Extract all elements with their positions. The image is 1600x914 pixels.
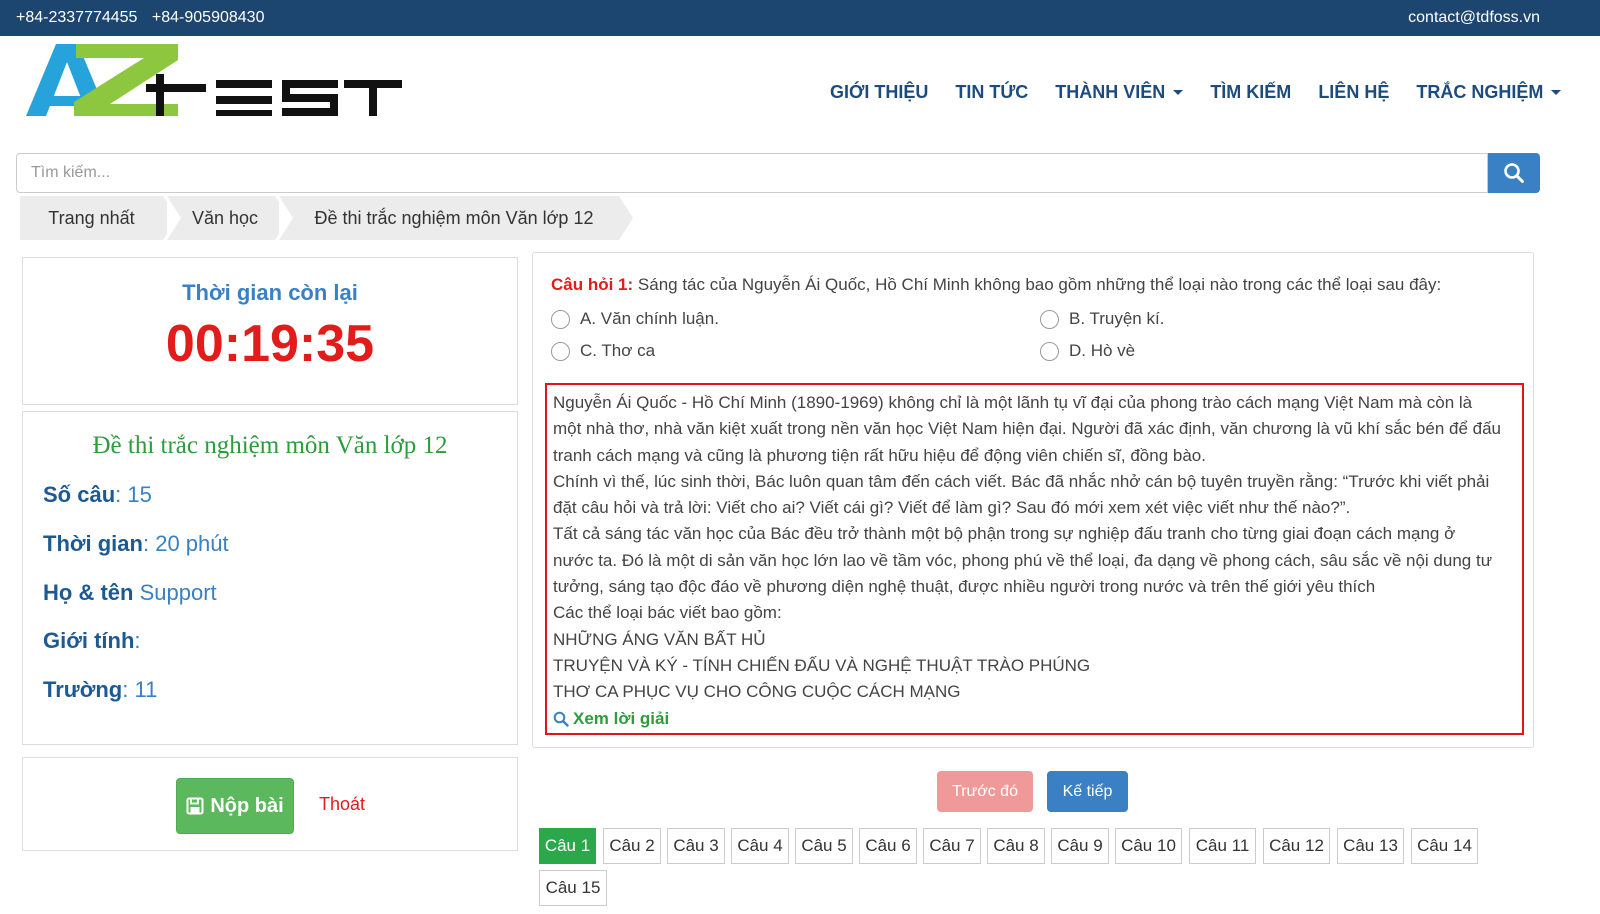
question-nav-4[interactable]: Câu 4 bbox=[731, 828, 789, 864]
question-nav-6[interactable]: Câu 6 bbox=[859, 828, 917, 864]
exit-link[interactable]: Thoát bbox=[319, 794, 365, 815]
question-nav-8[interactable]: Câu 8 bbox=[987, 828, 1045, 864]
candidate-gender: Giới tính: bbox=[43, 628, 141, 653]
view-solution-link[interactable]: Xem lời giải bbox=[553, 706, 1516, 732]
nav-tim-kiem[interactable]: TÌM KIẾM bbox=[1210, 80, 1291, 104]
question-nav-14[interactable]: Câu 14 bbox=[1411, 828, 1478, 864]
main-nav: GIỚI THIỆU TIN TỨC THÀNH VIÊN TÌM KIẾM L… bbox=[830, 80, 1588, 104]
radio-icon[interactable] bbox=[1040, 309, 1059, 329]
phone-numbers: +84-2337774455 +84-905908430 bbox=[16, 9, 274, 27]
candidate-school: Trường: 11 bbox=[43, 677, 158, 702]
search-icon bbox=[553, 711, 569, 727]
radio-icon[interactable] bbox=[551, 341, 570, 361]
question-nav-12[interactable]: Câu 12 bbox=[1263, 828, 1330, 864]
question-panel: Câu hỏi 1: Sáng tác của Nguyễn Ái Quốc, … bbox=[532, 252, 1534, 748]
caret-down-icon bbox=[1173, 89, 1184, 95]
explanation-line: Tất cả sáng tác văn học của Bác đều trở … bbox=[553, 524, 1456, 544]
previous-button[interactable]: Trước đó bbox=[937, 771, 1033, 812]
caret-down-icon bbox=[1551, 89, 1562, 95]
nav-trac-nghiem[interactable]: TRẮC NGHIỆM bbox=[1416, 80, 1562, 104]
question-nav-5[interactable]: Câu 5 bbox=[795, 828, 853, 864]
question-nav-9[interactable]: Câu 9 bbox=[1051, 828, 1109, 864]
nav-tin-tuc[interactable]: TIN TỨC bbox=[955, 80, 1028, 104]
question-nav-7[interactable]: Câu 7 bbox=[923, 828, 981, 864]
question-nav-1[interactable]: Câu 1 bbox=[539, 828, 596, 864]
question-nav-10[interactable]: Câu 10 bbox=[1115, 828, 1182, 864]
nav-thanh-vien[interactable]: THÀNH VIÊN bbox=[1055, 80, 1184, 104]
exam-info-panel: Đề thi trắc nghiệm môn Văn lớp 12 Số câu… bbox=[22, 411, 518, 745]
radio-icon[interactable] bbox=[551, 309, 570, 329]
question-text: Câu hỏi 1: Sáng tác của Nguyễn Ái Quốc, … bbox=[551, 275, 1442, 294]
timer-label: Thời gian còn lại bbox=[182, 280, 358, 305]
question-nav-15[interactable]: Câu 15 bbox=[539, 870, 607, 906]
explanation-line: Nguyễn Ái Quốc - Hồ Chí Minh (1890-1969)… bbox=[553, 393, 1473, 412]
question-label: Câu hỏi 1: bbox=[551, 275, 634, 294]
explanation-line: một nhà thơ, nhà văn kiệt xuất trong nền… bbox=[553, 419, 1502, 439]
breadcrumb-van-hoc[interactable]: Văn học bbox=[167, 196, 289, 240]
timer-panel: Thời gian còn lại 00:19:35 bbox=[22, 257, 518, 405]
breadcrumb-exam[interactable]: Đề thi trắc nghiệm môn Văn lớp 12 bbox=[279, 196, 633, 240]
explanation-line: Các thể loại bác viết bao gồm: bbox=[553, 603, 782, 623]
explanation-line: TRUYỆN VÀ KÝ - TÍNH CHIẾN ĐẤU VÀ NGHỆ TH… bbox=[553, 655, 1091, 675]
question-nav-2[interactable]: Câu 2 bbox=[603, 828, 661, 864]
action-panel: Nộp bài Thoát bbox=[22, 757, 518, 851]
phone-1[interactable]: +84-2337774455 bbox=[16, 9, 137, 26]
option-d[interactable]: D. Hò vè bbox=[1040, 341, 1135, 361]
top-contact-bar: +84-2337774455 +84-905908430 contact@tdf… bbox=[0, 0, 1600, 36]
answer-explanation: Nguyễn Ái Quốc - Hồ Chí Minh (1890-1969)… bbox=[545, 383, 1524, 735]
question-count: Số câu: 15 bbox=[43, 482, 152, 507]
exam-duration: Thời gian: 20 phút bbox=[43, 531, 229, 556]
option-c[interactable]: C. Thơ ca bbox=[551, 341, 655, 361]
explanation-line: Chính vì thế, lúc sinh thời, Bác luôn qu… bbox=[553, 471, 1490, 491]
nav-gioi-thieu[interactable]: GIỚI THIỆU bbox=[830, 80, 928, 104]
explanation-line: tưởng, sáng tạo độc đáo về phương diện n… bbox=[553, 577, 1376, 597]
question-nav-3[interactable]: Câu 3 bbox=[667, 828, 725, 864]
explanation-line: nước ta. Đó là một di sản văn học lớn la… bbox=[553, 550, 1493, 570]
explanation-line: tranh cách mạng và cũng là phương tiện r… bbox=[553, 445, 1206, 465]
candidate-name: Họ & tên Support bbox=[43, 580, 217, 605]
explanation-line: đặt câu hỏi và trả lời: Viết cho ai? Viế… bbox=[553, 498, 1351, 518]
search-button[interactable] bbox=[1488, 153, 1540, 193]
explanation-line: NHỮNG ÁNG VĂN BẤT HỦ bbox=[553, 629, 766, 649]
aztest-logo[interactable] bbox=[26, 44, 402, 122]
option-a[interactable]: A. Văn chính luận. bbox=[551, 309, 719, 329]
radio-icon[interactable] bbox=[1040, 341, 1059, 361]
save-icon bbox=[186, 797, 204, 815]
submit-button[interactable]: Nộp bài bbox=[176, 778, 294, 834]
search-input[interactable]: Tìm kiếm... bbox=[16, 153, 1488, 193]
explanation-line: THƠ CA PHỤC VỤ CHO CÔNG CUỘC CÁCH MẠNG bbox=[553, 682, 961, 702]
contact-email[interactable]: contact@tdfoss.vn bbox=[1408, 9, 1540, 27]
question-nav-11[interactable]: Câu 11 bbox=[1189, 828, 1256, 864]
exam-title: Đề thi trắc nghiệm môn Văn lớp 12 bbox=[92, 432, 448, 459]
timer-countdown: 00:19:35 bbox=[165, 315, 375, 373]
phone-2[interactable]: +84-905908430 bbox=[152, 9, 265, 26]
option-b[interactable]: B. Truyện kí. bbox=[1040, 309, 1164, 329]
breadcrumb-home[interactable]: Trang nhất bbox=[20, 196, 177, 240]
nav-lien-he[interactable]: LIÊN HỆ bbox=[1318, 80, 1389, 104]
next-button[interactable]: Kế tiếp bbox=[1047, 771, 1128, 812]
search-icon bbox=[1504, 163, 1524, 183]
question-nav-13[interactable]: Câu 13 bbox=[1337, 828, 1404, 864]
